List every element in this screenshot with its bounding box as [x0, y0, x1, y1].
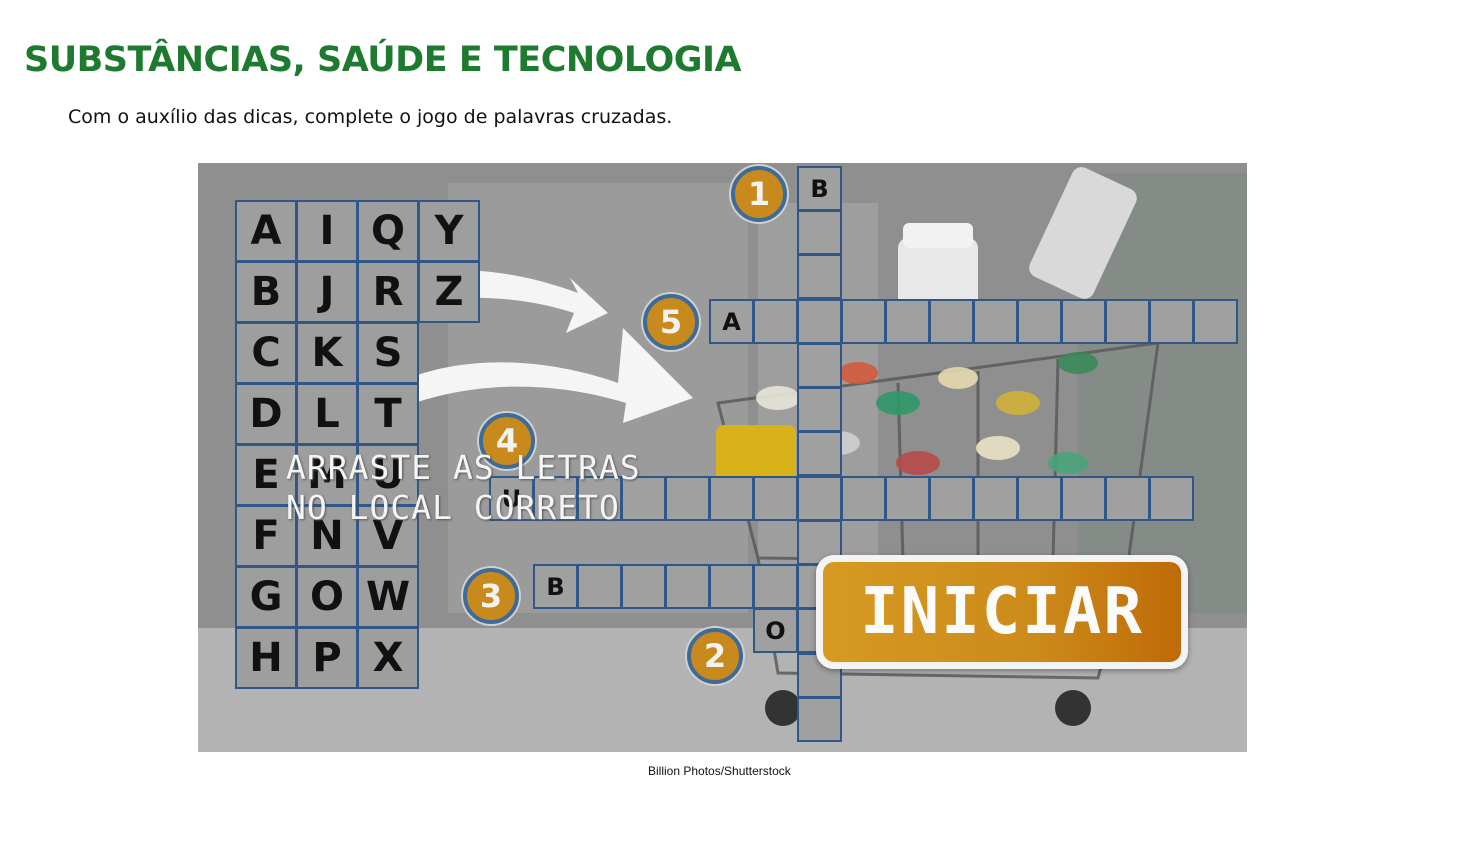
crossword-cell[interactable] — [1061, 299, 1106, 344]
crossword-cell[interactable] — [621, 564, 666, 609]
letter-tile[interactable]: I — [296, 200, 358, 262]
letter-tile[interactable]: K — [296, 322, 358, 384]
clue-number-badge: 3 — [463, 568, 519, 624]
start-button[interactable]: INICIAR — [816, 555, 1188, 669]
drag-hint-text: ARRASTE AS LETRAS NO LOCAL CORRETO — [286, 448, 641, 528]
crossword-cell[interactable] — [1017, 476, 1062, 521]
crossword-cell[interactable] — [841, 476, 886, 521]
letter-tile[interactable]: A — [235, 200, 297, 262]
crossword-cell[interactable]: O — [753, 608, 798, 653]
crossword-cell[interactable] — [797, 476, 842, 521]
crossword-cell[interactable] — [797, 387, 842, 432]
clue-number-badge: 2 — [687, 628, 743, 684]
crossword-cell[interactable] — [841, 299, 886, 344]
crossword-cell[interactable] — [797, 299, 842, 344]
letter-tile[interactable]: H — [235, 627, 297, 689]
crossword-cell[interactable] — [973, 476, 1018, 521]
crossword-game: A I Q Y B J R Z C K S D L T E M U F N V … — [198, 163, 1247, 752]
crossword-cell[interactable] — [1193, 299, 1238, 344]
clue-number-badge: 1 — [731, 166, 787, 222]
image-credit: Billion Photos/Shutterstock — [648, 764, 791, 778]
crossword-cell[interactable] — [709, 476, 754, 521]
crossword-cell[interactable] — [1149, 299, 1194, 344]
letter-tile[interactable]: G — [235, 566, 297, 628]
crossword-cell[interactable] — [709, 564, 754, 609]
clue-number-badge: 5 — [643, 294, 699, 350]
crossword-cell[interactable] — [753, 299, 798, 344]
letter-tile[interactable]: Q — [357, 200, 419, 262]
letter-tile[interactable]: L — [296, 383, 358, 445]
crossword-cell[interactable] — [929, 476, 974, 521]
crossword-cell[interactable] — [753, 564, 798, 609]
crossword-cell[interactable] — [885, 476, 930, 521]
crossword-cell[interactable] — [1061, 476, 1106, 521]
letter-tile[interactable]: B — [235, 261, 297, 323]
crossword-cell[interactable] — [665, 476, 710, 521]
crossword-cell[interactable] — [797, 343, 842, 388]
crossword-cell[interactable] — [753, 476, 798, 521]
page-title: SUBSTÂNCIAS, SAÚDE E TECNOLOGIA — [24, 40, 742, 80]
letter-tile[interactable]: T — [357, 383, 419, 445]
letter-tile[interactable]: Y — [418, 200, 480, 262]
letter-tile[interactable]: D — [235, 383, 297, 445]
crossword-cell[interactable]: B — [797, 166, 842, 211]
letter-tile[interactable]: R — [357, 261, 419, 323]
letter-tile[interactable]: Z — [418, 261, 480, 323]
letter-tile[interactable]: P — [296, 627, 358, 689]
crossword-cell[interactable] — [797, 210, 842, 255]
hint-line-2: NO LOCAL CORRETO — [286, 488, 620, 527]
instruction-text: Com o auxílio das dicas, complete o jogo… — [68, 106, 673, 128]
crossword-cell[interactable] — [1105, 299, 1150, 344]
crossword-cell[interactable] — [973, 299, 1018, 344]
letter-tile[interactable]: X — [357, 627, 419, 689]
letter-tile[interactable]: J — [296, 261, 358, 323]
crossword-cell[interactable]: B — [533, 564, 578, 609]
crossword-cell[interactable] — [577, 564, 622, 609]
letter-tile[interactable]: W — [357, 566, 419, 628]
hint-line-1: ARRASTE AS LETRAS — [286, 448, 641, 487]
crossword-cell[interactable] — [885, 299, 930, 344]
crossword-cell[interactable] — [929, 299, 974, 344]
letter-tile[interactable]: O — [296, 566, 358, 628]
crossword-cell[interactable] — [797, 697, 842, 742]
crossword-cell[interactable] — [797, 431, 842, 476]
letter-tile[interactable]: C — [235, 322, 297, 384]
crossword-cell[interactable] — [1017, 299, 1062, 344]
crossword-cell[interactable] — [797, 254, 842, 299]
letter-tile[interactable]: S — [357, 322, 419, 384]
crossword-cell[interactable]: A — [709, 299, 754, 344]
crossword-cell[interactable] — [1105, 476, 1150, 521]
crossword-cell[interactable] — [1149, 476, 1194, 521]
crossword-cell[interactable] — [665, 564, 710, 609]
